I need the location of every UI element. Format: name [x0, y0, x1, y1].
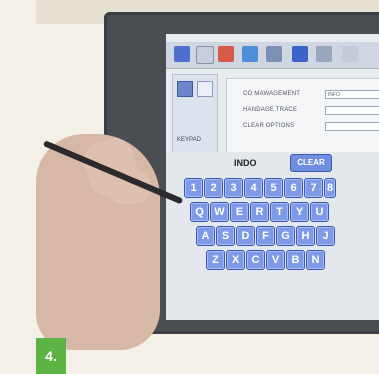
- key-q[interactable]: Q: [190, 202, 209, 222]
- touch-screen: KEYPAD CO MAWAGEMENT INFO HANDAGE TRACE …: [166, 34, 379, 320]
- folder-icon[interactable]: [242, 46, 258, 62]
- key-s[interactable]: S: [216, 226, 235, 246]
- field-label-2: HANDAGE TRACE: [243, 107, 298, 113]
- key-y[interactable]: Y: [290, 202, 309, 222]
- photo-scene: KEYPAD CO MAWAGEMENT INFO HANDAGE TRACE …: [0, 0, 379, 374]
- field-input-1[interactable]: INFO: [325, 90, 379, 99]
- key-5[interactable]: 5: [264, 178, 283, 198]
- on-screen-keyboard: INDO CLEAR 1 2 3 4 5 6 7 8 Q W E R T Y U…: [166, 152, 379, 320]
- key-4[interactable]: 4: [244, 178, 263, 198]
- key-x[interactable]: X: [226, 250, 245, 270]
- key-j[interactable]: J: [316, 226, 335, 246]
- step-badge: 4.: [36, 338, 66, 374]
- pointer-icon[interactable]: [197, 81, 213, 97]
- key-b[interactable]: B: [286, 250, 305, 270]
- grid-icon[interactable]: [177, 81, 193, 97]
- key-3[interactable]: 3: [224, 178, 243, 198]
- key-t[interactable]: T: [270, 202, 289, 222]
- key-2[interactable]: 2: [204, 178, 223, 198]
- key-7[interactable]: 7: [304, 178, 323, 198]
- key-n[interactable]: N: [306, 250, 325, 270]
- key-w[interactable]: W: [210, 202, 229, 222]
- key-e[interactable]: E: [230, 202, 249, 222]
- field-label-1: CO MAWAGEMENT: [243, 91, 301, 97]
- clear-button[interactable]: CLEAR: [290, 154, 332, 172]
- field-input-3[interactable]: [325, 122, 379, 131]
- settings-icon[interactable]: [316, 46, 332, 62]
- window-icon[interactable]: [292, 46, 308, 62]
- key-g[interactable]: G: [276, 226, 295, 246]
- key-f[interactable]: F: [256, 226, 275, 246]
- key-h[interactable]: H: [296, 226, 315, 246]
- info-label: INDO: [234, 158, 257, 168]
- tools-icon[interactable]: [266, 46, 282, 62]
- key-d[interactable]: D: [236, 226, 255, 246]
- field-input-2[interactable]: [325, 106, 379, 115]
- form-panel: CO MAWAGEMENT INFO HANDAGE TRACE CLEAR O…: [226, 78, 379, 160]
- key-6[interactable]: 6: [284, 178, 303, 198]
- key-c[interactable]: C: [246, 250, 265, 270]
- key-8[interactable]: 8: [324, 178, 336, 198]
- save-icon[interactable]: [174, 46, 190, 62]
- print-icon[interactable]: [196, 46, 214, 64]
- key-z[interactable]: Z: [206, 250, 225, 270]
- chart-icon[interactable]: [218, 46, 234, 62]
- key-r[interactable]: R: [250, 202, 269, 222]
- sidebar-label: KEYPAD: [177, 137, 201, 143]
- help-icon[interactable]: [342, 46, 358, 62]
- key-u[interactable]: U: [310, 202, 329, 222]
- key-1[interactable]: 1: [184, 178, 203, 198]
- key-v[interactable]: V: [266, 250, 285, 270]
- field-label-3: CLEAR OPTIONS: [243, 123, 295, 129]
- toolbar: [166, 42, 379, 69]
- key-a[interactable]: A: [196, 226, 215, 246]
